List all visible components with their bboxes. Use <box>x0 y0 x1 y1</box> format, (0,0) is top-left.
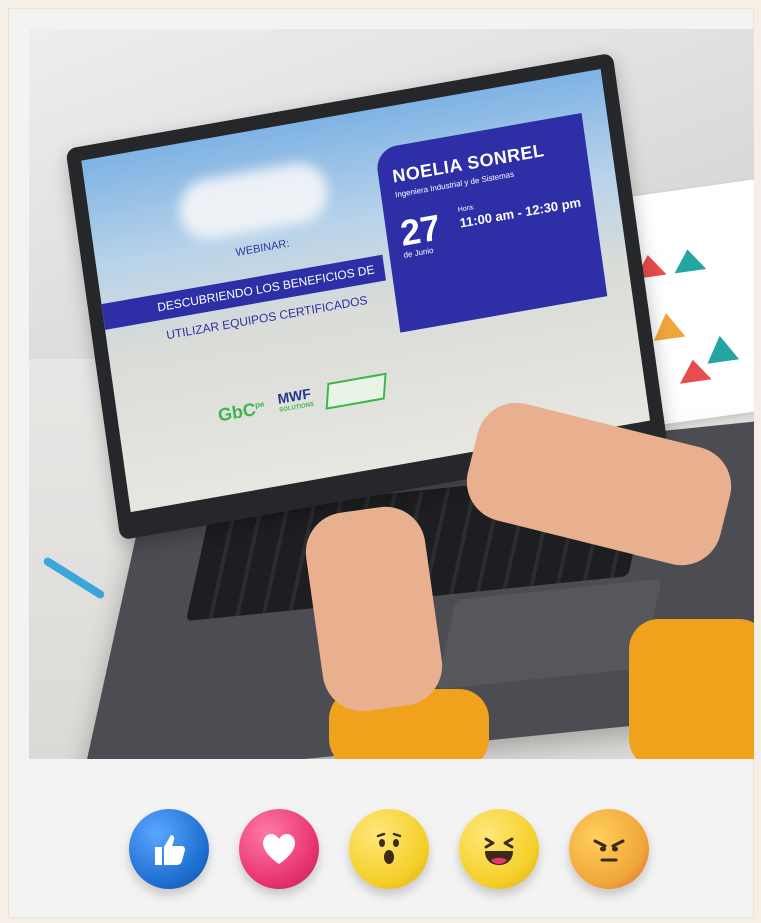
love-icon[interactable] <box>239 809 319 889</box>
post-card: WEBINAR: DESCUBRIENDO LOS BENEFICIOS DE … <box>8 8 754 918</box>
certification-badge-logo <box>325 372 387 410</box>
wow-icon[interactable] <box>349 809 429 889</box>
sponsor-logos: GbCpe MWF SOLUTIONS <box>216 372 387 428</box>
angry-icon[interactable] <box>569 809 649 889</box>
cloud <box>175 158 332 244</box>
gbc-logo-suffix: pe <box>254 398 265 410</box>
post-photo[interactable]: WEBINAR: DESCUBRIENDO LOS BENEFICIOS DE … <box>29 29 754 759</box>
mwf-logo: MWF SOLUTIONS <box>277 385 315 417</box>
divider <box>447 208 454 251</box>
right-sleeve <box>629 619 754 759</box>
like-icon[interactable] <box>129 809 209 889</box>
date-time-row: 27 de Junio Hora: 11:00 am - 12:30 pm <box>397 186 583 259</box>
gbc-logo-text: GbC <box>216 398 257 425</box>
webinar-label: WEBINAR: <box>234 237 291 260</box>
date-day: 27 <box>397 206 443 254</box>
gbc-logo: GbCpe <box>217 397 267 426</box>
haha-icon[interactable] <box>459 809 539 889</box>
speaker-box: NOELIA SONREL Ingeniera Industrial y de … <box>374 112 608 333</box>
reaction-bar <box>129 804 649 894</box>
